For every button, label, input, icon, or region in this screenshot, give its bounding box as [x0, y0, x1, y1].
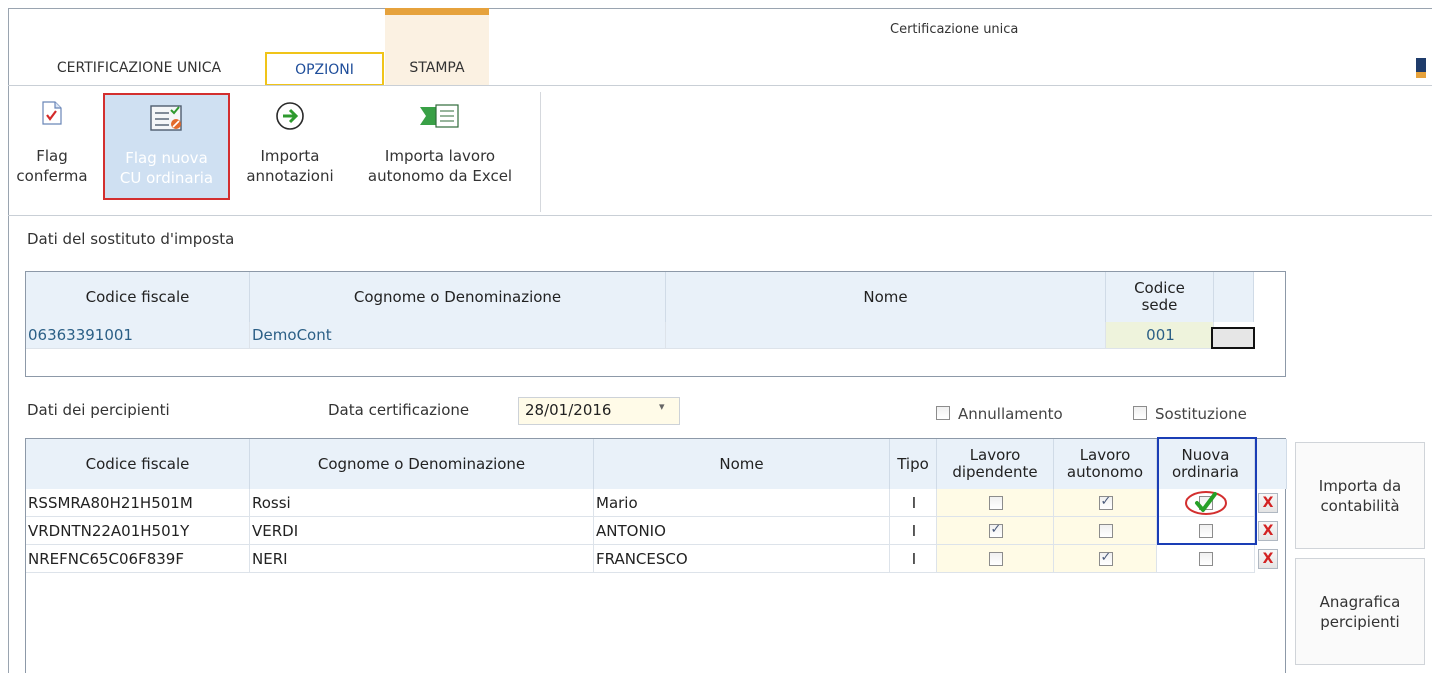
- anagrafica-label-1: Anagrafica: [1319, 592, 1401, 611]
- flag-conferma-label-1: Flag: [36, 147, 68, 165]
- sostituzione-label: Sostituzione: [1155, 405, 1247, 423]
- lavoro-autonomo-header-line1: Lavoro: [1079, 446, 1131, 464]
- sostituto-grid: Codice fiscale Cognome o Denominazione N…: [25, 271, 1286, 377]
- importa-annotazioni-label-2: annotazioni: [246, 167, 334, 185]
- excel-import-icon: [418, 101, 462, 136]
- app-logo-icon: [1416, 58, 1426, 78]
- form-flag-icon: [149, 103, 185, 138]
- data-certificazione-value: 28/01/2016: [525, 401, 612, 419]
- sostituto-header-codice-fiscale[interactable]: Codice fiscale: [26, 272, 250, 322]
- lavoro-autonomo-checkbox[interactable]: [1098, 550, 1113, 566]
- cell-tipo[interactable]: I: [890, 489, 937, 517]
- sostituto-codice-sede[interactable]: 001: [1106, 322, 1214, 349]
- ribbon-group-separator: [540, 92, 541, 212]
- window-title: Certificazione unica: [890, 22, 1019, 37]
- cell-codice-fiscale[interactable]: NREFNC65C06F839F: [26, 545, 250, 573]
- tab-opzioni[interactable]: OPZIONI: [265, 52, 384, 86]
- header-cognome[interactable]: Cognome o Denominazione: [250, 439, 594, 489]
- header-codice-fiscale[interactable]: Codice fiscale: [26, 439, 250, 489]
- cell-tipo[interactable]: I: [890, 545, 937, 573]
- header-lavoro-dipendente[interactable]: Lavoro dipendente: [937, 439, 1054, 489]
- flag-nuova-label-1: Flag nuova: [125, 149, 208, 167]
- sostituto-nome[interactable]: [666, 322, 1106, 349]
- delete-row-button[interactable]: X: [1258, 549, 1278, 569]
- arrow-right-circle-icon: [275, 101, 305, 136]
- dropdown-arrow-icon[interactable]: ▾: [659, 400, 665, 413]
- cell-nome[interactable]: FRANCESCO: [594, 545, 890, 573]
- lavoro-dipendente-checkbox[interactable]: [988, 552, 1003, 566]
- anagrafica-label-2: percipienti: [1320, 612, 1400, 631]
- percipienti-section-label: Dati dei percipienti: [27, 401, 170, 419]
- data-certificazione-field[interactable]: 28/01/2016 ▾: [518, 397, 680, 425]
- lavoro-autonomo-header-line2: autonomo: [1066, 463, 1144, 481]
- importa-lavoro-label-2: autonomo da Excel: [367, 167, 513, 185]
- header-delete: [1255, 439, 1287, 489]
- header-lavoro-autonomo[interactable]: Lavoro autonomo: [1054, 439, 1157, 489]
- header-tipo[interactable]: Tipo: [890, 439, 937, 489]
- cell-nome[interactable]: ANTONIO: [594, 517, 890, 545]
- importa-lavoro-label-1: Importa lavoro: [384, 147, 496, 165]
- sostituto-header-codice-sede[interactable]: Codice sede: [1106, 272, 1214, 322]
- anagrafica-percipienti-button[interactable]: Anagrafica percipienti: [1295, 558, 1425, 665]
- lavoro-dipendente-checkbox[interactable]: [988, 496, 1003, 510]
- importa-contabilita-label-2: contabilità: [1320, 496, 1400, 515]
- tab-certificazione-unica[interactable]: CERTIFICAZIONE UNICA: [28, 52, 250, 86]
- flag-nuova-cu-ordinaria-button[interactable]: Flag nuova CU ordinaria: [103, 93, 230, 200]
- lavoro-dipendente-header-line2: dipendente: [952, 463, 1038, 481]
- sostituto-lookup-button[interactable]: [1211, 327, 1255, 349]
- delete-row-button[interactable]: X: [1258, 493, 1278, 513]
- importa-contabilita-label-1: Importa da: [1318, 476, 1402, 495]
- sostituto-header-cognome[interactable]: Cognome o Denominazione: [250, 272, 666, 322]
- cell-codice-fiscale[interactable]: RSSMRA80H21H501M: [26, 489, 250, 517]
- cell-cognome[interactable]: Rossi: [250, 489, 594, 517]
- codice-sede-header-line1: Codice: [1134, 279, 1185, 297]
- nuova-ordinaria-checkbox[interactable]: [1199, 552, 1213, 566]
- tab-stampa[interactable]: STAMPA: [392, 52, 482, 86]
- cell-cognome[interactable]: VERDI: [250, 517, 594, 545]
- cell-tipo[interactable]: I: [890, 517, 937, 545]
- lavoro-dipendente-header-line1: Lavoro: [969, 446, 1021, 464]
- contextual-tab-accent: [385, 8, 489, 15]
- annullamento-label: Annullamento: [958, 405, 1063, 423]
- importa-da-contabilita-button[interactable]: Importa da contabilità: [1295, 442, 1425, 549]
- percipienti-grid: Codice fiscale Cognome o Denominazione N…: [25, 437, 1287, 673]
- document-check-icon: [42, 101, 62, 130]
- sostituzione-checkbox[interactable]: [1133, 406, 1147, 420]
- annullamento-checkbox[interactable]: [936, 406, 950, 420]
- importa-lavoro-autonomo-excel-button[interactable]: Importa lavoro autonomo da Excel: [345, 93, 535, 200]
- ribbon-bottom-border: [8, 215, 1432, 216]
- data-certificazione-label: Data certificazione: [328, 401, 470, 419]
- sostituto-section-label: Dati del sostituto d'imposta: [27, 230, 235, 248]
- lavoro-dipendente-checkbox[interactable]: [988, 522, 1003, 538]
- lavoro-autonomo-checkbox[interactable]: [1098, 494, 1113, 510]
- lavoro-autonomo-checkbox[interactable]: [1098, 524, 1113, 538]
- delete-row-button[interactable]: X: [1258, 521, 1278, 541]
- importa-annotazioni-button[interactable]: Importa annotazioni: [240, 93, 340, 200]
- importa-annotazioni-label-1: Importa: [260, 147, 320, 165]
- cell-nome[interactable]: Mario: [594, 489, 890, 517]
- sostituto-header-blank: [1214, 272, 1254, 322]
- sostituto-header-nome[interactable]: Nome: [666, 272, 1106, 322]
- cell-cognome[interactable]: NERI: [250, 545, 594, 573]
- nuova-ordinaria-highlight: [1157, 437, 1257, 545]
- ribbon-divider: [8, 85, 1432, 86]
- flag-conferma-label-2: conferma: [16, 167, 88, 185]
- sostituto-cognome[interactable]: DemoCont: [250, 322, 666, 349]
- flag-conferma-button[interactable]: Flag conferma: [12, 93, 92, 200]
- header-nome[interactable]: Nome: [594, 439, 890, 489]
- sostituto-codice-fiscale[interactable]: 06363391001: [26, 322, 250, 349]
- codice-sede-header-line2: sede: [1141, 296, 1178, 314]
- flag-nuova-label-2: CU ordinaria: [119, 169, 214, 187]
- cell-codice-fiscale[interactable]: VRDNTN22A01H501Y: [26, 517, 250, 545]
